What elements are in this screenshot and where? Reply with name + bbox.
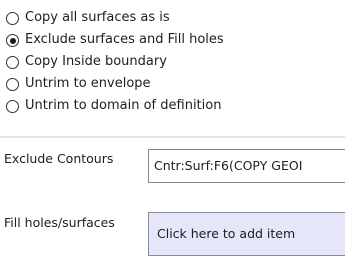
option-untrim-to-domain[interactable]: Untrim to domain of definition	[4, 96, 345, 118]
radio-button[interactable]	[6, 12, 19, 25]
option-label: Untrim to envelope	[25, 76, 151, 91]
exclude-contours-field[interactable]: Cntr:Surf:F6(COPY GEOI	[148, 149, 345, 183]
exclude-contours-label: Exclude Contours	[4, 151, 114, 166]
exclude-contours-value: Cntr:Surf:F6(COPY GEOI	[154, 158, 303, 173]
option-copy-inside-boundary[interactable]: Copy Inside boundary	[4, 52, 345, 74]
option-label: Exclude surfaces and Fill holes	[25, 32, 224, 47]
copy-mode-radio-group: Copy all surfaces as is Exclude surfaces…	[4, 8, 345, 118]
radio-button[interactable]	[6, 78, 19, 91]
fill-holes-label: Fill holes/surfaces	[4, 215, 115, 230]
option-label: Copy all surfaces as is	[25, 10, 170, 25]
option-untrim-to-envelope[interactable]: Untrim to envelope	[4, 74, 345, 96]
section-divider	[0, 136, 345, 138]
fill-holes-placeholder: Click here to add item	[157, 226, 296, 241]
radio-button[interactable]	[6, 56, 19, 69]
option-copy-all-surfaces[interactable]: Copy all surfaces as is	[4, 8, 345, 30]
option-exclude-and-fill[interactable]: Exclude surfaces and Fill holes	[4, 30, 345, 52]
radio-button[interactable]	[6, 100, 19, 113]
fill-holes-field[interactable]: Click here to add item	[148, 212, 345, 256]
radio-button-selected[interactable]	[6, 34, 19, 47]
option-label: Untrim to domain of definition	[25, 98, 222, 113]
option-label: Copy Inside boundary	[25, 54, 167, 69]
